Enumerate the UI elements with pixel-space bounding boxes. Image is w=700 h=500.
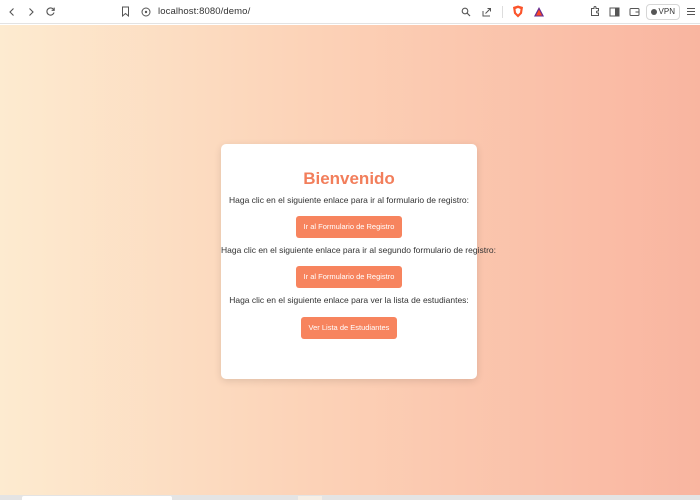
- wallet-icon[interactable]: [626, 3, 644, 21]
- share-icon[interactable]: [478, 3, 496, 21]
- second-registration-form-button[interactable]: Ir al Formulario de Registro: [295, 266, 403, 288]
- browser-actions: VPN: [586, 3, 700, 21]
- reload-icon[interactable]: [41, 3, 59, 21]
- divider: [501, 5, 503, 18]
- browser-toolbar: localhost:8080/demo/ VPN: [0, 0, 700, 24]
- brave-rewards-icon[interactable]: [530, 3, 548, 21]
- site-info-icon[interactable]: [139, 3, 153, 21]
- bottom-tab-secondary: [298, 496, 322, 500]
- welcome-card: Bienvenido Haga clic en el siguiente enl…: [221, 144, 496, 379]
- vpn-button[interactable]: VPN: [645, 3, 680, 20]
- bookmark-icon[interactable]: [119, 3, 131, 21]
- vpn-status-icon: [650, 8, 657, 15]
- zoom-icon[interactable]: [457, 3, 475, 21]
- registration-form-button[interactable]: Ir al Formulario de Registro: [295, 216, 403, 238]
- menu-icon[interactable]: [682, 3, 700, 21]
- forward-icon[interactable]: [22, 3, 40, 21]
- back-icon[interactable]: [3, 3, 21, 21]
- address-bar[interactable]: localhost:8080/demo/: [119, 2, 447, 22]
- nav-buttons: [3, 3, 59, 21]
- page-title: Bienvenido: [303, 169, 395, 188]
- student-list-button[interactable]: Ver Lista de Estudiantes: [300, 317, 398, 339]
- registration-link-text: Haga clic en el siguiente enlace para ir…: [228, 195, 469, 205]
- vpn-label: VPN: [658, 7, 675, 16]
- brave-shields-icon[interactable]: [509, 3, 527, 21]
- url-text[interactable]: localhost:8080/demo/: [158, 6, 250, 17]
- page-background: Bienvenido Haga clic en el siguiente enl…: [0, 25, 700, 495]
- address-actions: [457, 3, 548, 21]
- bottom-tab: [22, 496, 172, 500]
- extensions-icon[interactable]: [586, 3, 604, 21]
- student-list-link-text: Haga clic en el siguiente enlace para ve…: [229, 295, 469, 305]
- sidebar-icon[interactable]: [606, 3, 624, 21]
- second-registration-link-text: Haga clic en el siguiente enlace para ir…: [221, 245, 496, 255]
